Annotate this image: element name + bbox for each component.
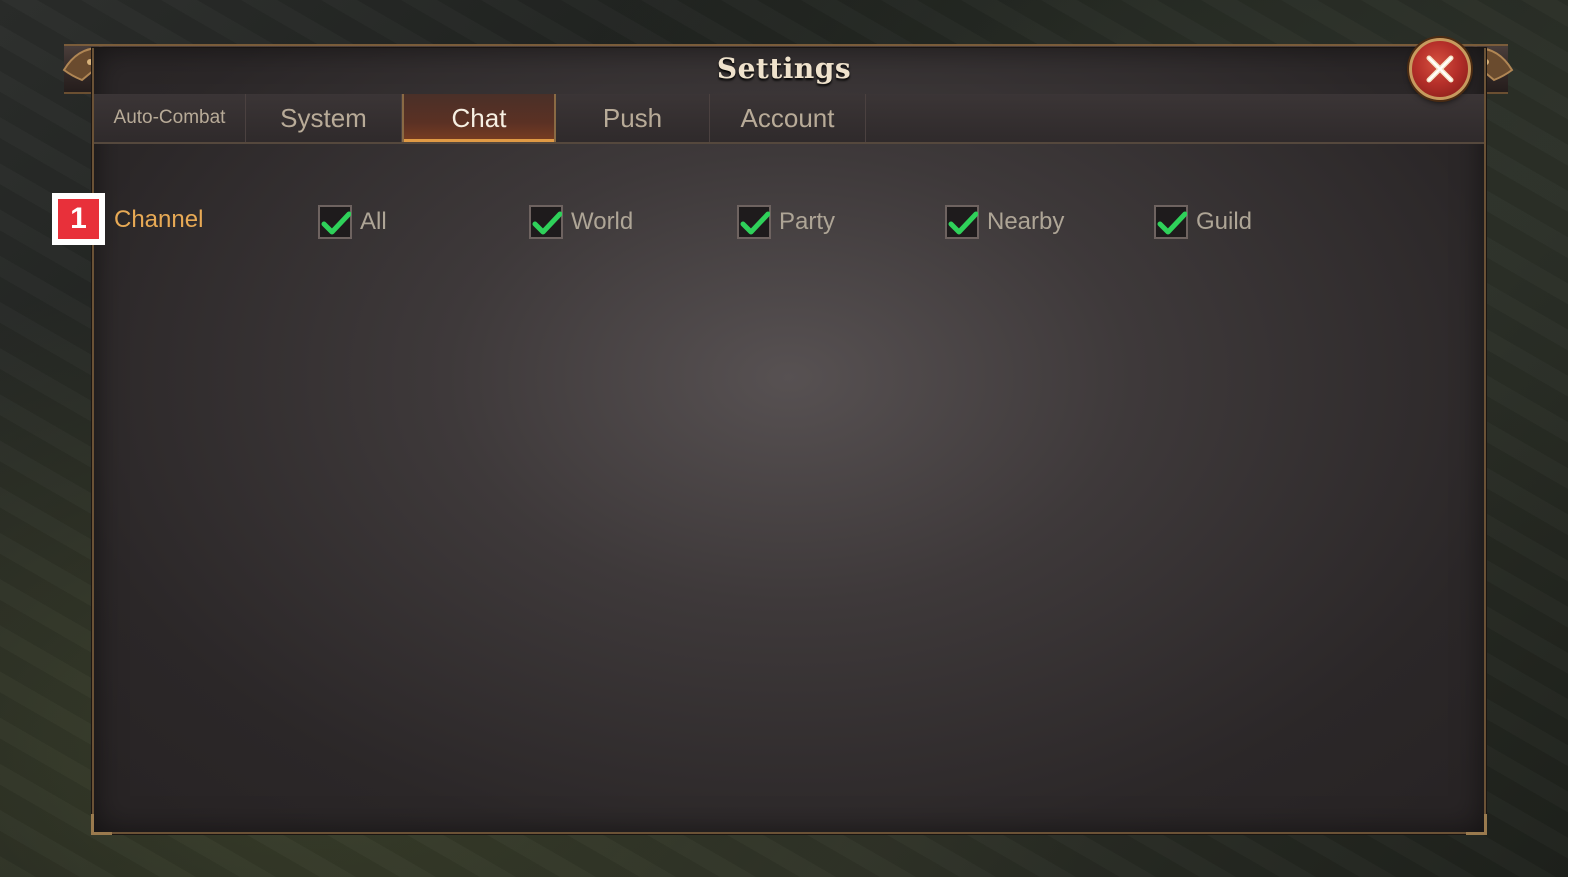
checkmark-icon xyxy=(948,211,978,235)
checkbox-world[interactable] xyxy=(529,205,563,239)
checkmark-icon xyxy=(532,211,562,235)
channel-option-world[interactable]: World xyxy=(529,204,633,240)
checkmark-icon xyxy=(1157,211,1187,235)
option-label-guild: Guild xyxy=(1196,208,1253,235)
channel-option-all[interactable]: All xyxy=(318,204,387,240)
checkmark-icon xyxy=(740,211,770,235)
annotation-marker-label: 1 xyxy=(58,199,99,239)
settings-dialog xyxy=(91,48,1487,835)
option-label-all: All xyxy=(360,208,387,235)
channel-option-party[interactable]: Party xyxy=(737,204,835,240)
tab-account[interactable]: Account xyxy=(710,94,866,142)
option-label-party: Party xyxy=(779,208,836,235)
game-background: Settings Auto-Combat System Chat Push Ac… xyxy=(0,0,1568,877)
option-label-nearby: Nearby xyxy=(987,208,1065,235)
tab-system[interactable]: System xyxy=(246,94,402,142)
checkbox-all[interactable] xyxy=(318,205,352,239)
option-label-world: World xyxy=(571,208,634,235)
dialog-title: Settings xyxy=(716,52,852,85)
frame-corner xyxy=(1466,814,1487,835)
channel-option-guild[interactable]: Guild xyxy=(1154,204,1252,240)
tab-chat[interactable]: Chat xyxy=(402,94,556,142)
frame-corner xyxy=(91,814,112,835)
close-x-icon xyxy=(1426,55,1454,83)
checkmark-icon xyxy=(321,211,351,235)
tab-push[interactable]: Push xyxy=(556,94,710,142)
channel-label: Channel xyxy=(114,206,204,233)
checkbox-party[interactable] xyxy=(737,205,771,239)
checkbox-guild[interactable] xyxy=(1154,205,1188,239)
checkbox-nearby[interactable] xyxy=(945,205,979,239)
annotation-marker: 1 xyxy=(52,193,105,245)
tab-bar: Auto-Combat System Chat Push Account xyxy=(94,94,1484,144)
tab-auto-combat[interactable]: Auto-Combat xyxy=(94,94,246,142)
channel-option-nearby[interactable]: Nearby xyxy=(945,204,1064,240)
close-button[interactable] xyxy=(1409,38,1471,100)
